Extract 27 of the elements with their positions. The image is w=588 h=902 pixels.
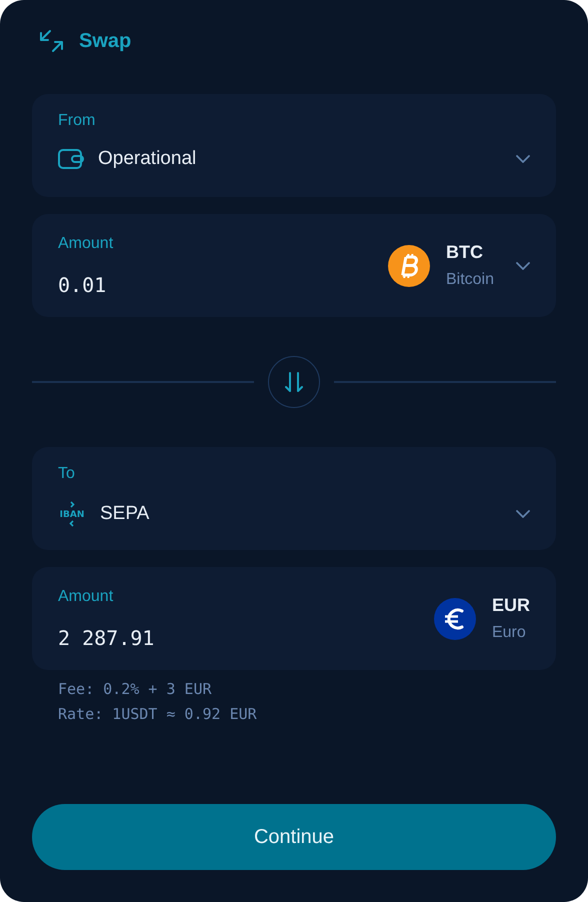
wallet-icon [58,149,84,169]
amount-input[interactable]: 2 287.91 [58,626,154,650]
currency-select[interactable]: BTC Bitcoin [388,242,530,289]
continue-button[interactable]: Continue [32,804,556,870]
swap-vertical-icon [284,371,304,393]
currency-name: Bitcoin [446,271,494,289]
chevron-down-icon [516,155,530,163]
fee-note: Rate: 1USDT ≈ 0.92 EUR [58,705,258,723]
swap-direction-button[interactable] [268,356,320,408]
page-title: Swap [79,30,132,52]
field-label: Amount [58,234,114,252]
currency-select[interactable]: EUR Euro [434,595,530,642]
currency-name: Euro [492,624,527,642]
field-label: Amount [58,588,114,606]
swap-arrows-icon [39,29,65,53]
chevron-down-icon [516,262,530,270]
selected-value: Operational [98,148,198,170]
account-select[interactable]: From Operational [32,94,556,197]
selected-value: SEPA [100,503,150,525]
fee-note: Fee: 0.2% + 3 EUR [58,680,213,698]
amount-input[interactable]: 0.01 [58,272,114,296]
currency-code: EUR [492,595,530,616]
field-label: From [58,112,96,130]
field-label: To [58,465,76,483]
account-select[interactable]: To IBAN SEPA [32,447,556,550]
chevron-down-icon [516,510,530,518]
currency-code: BTC [446,242,484,263]
